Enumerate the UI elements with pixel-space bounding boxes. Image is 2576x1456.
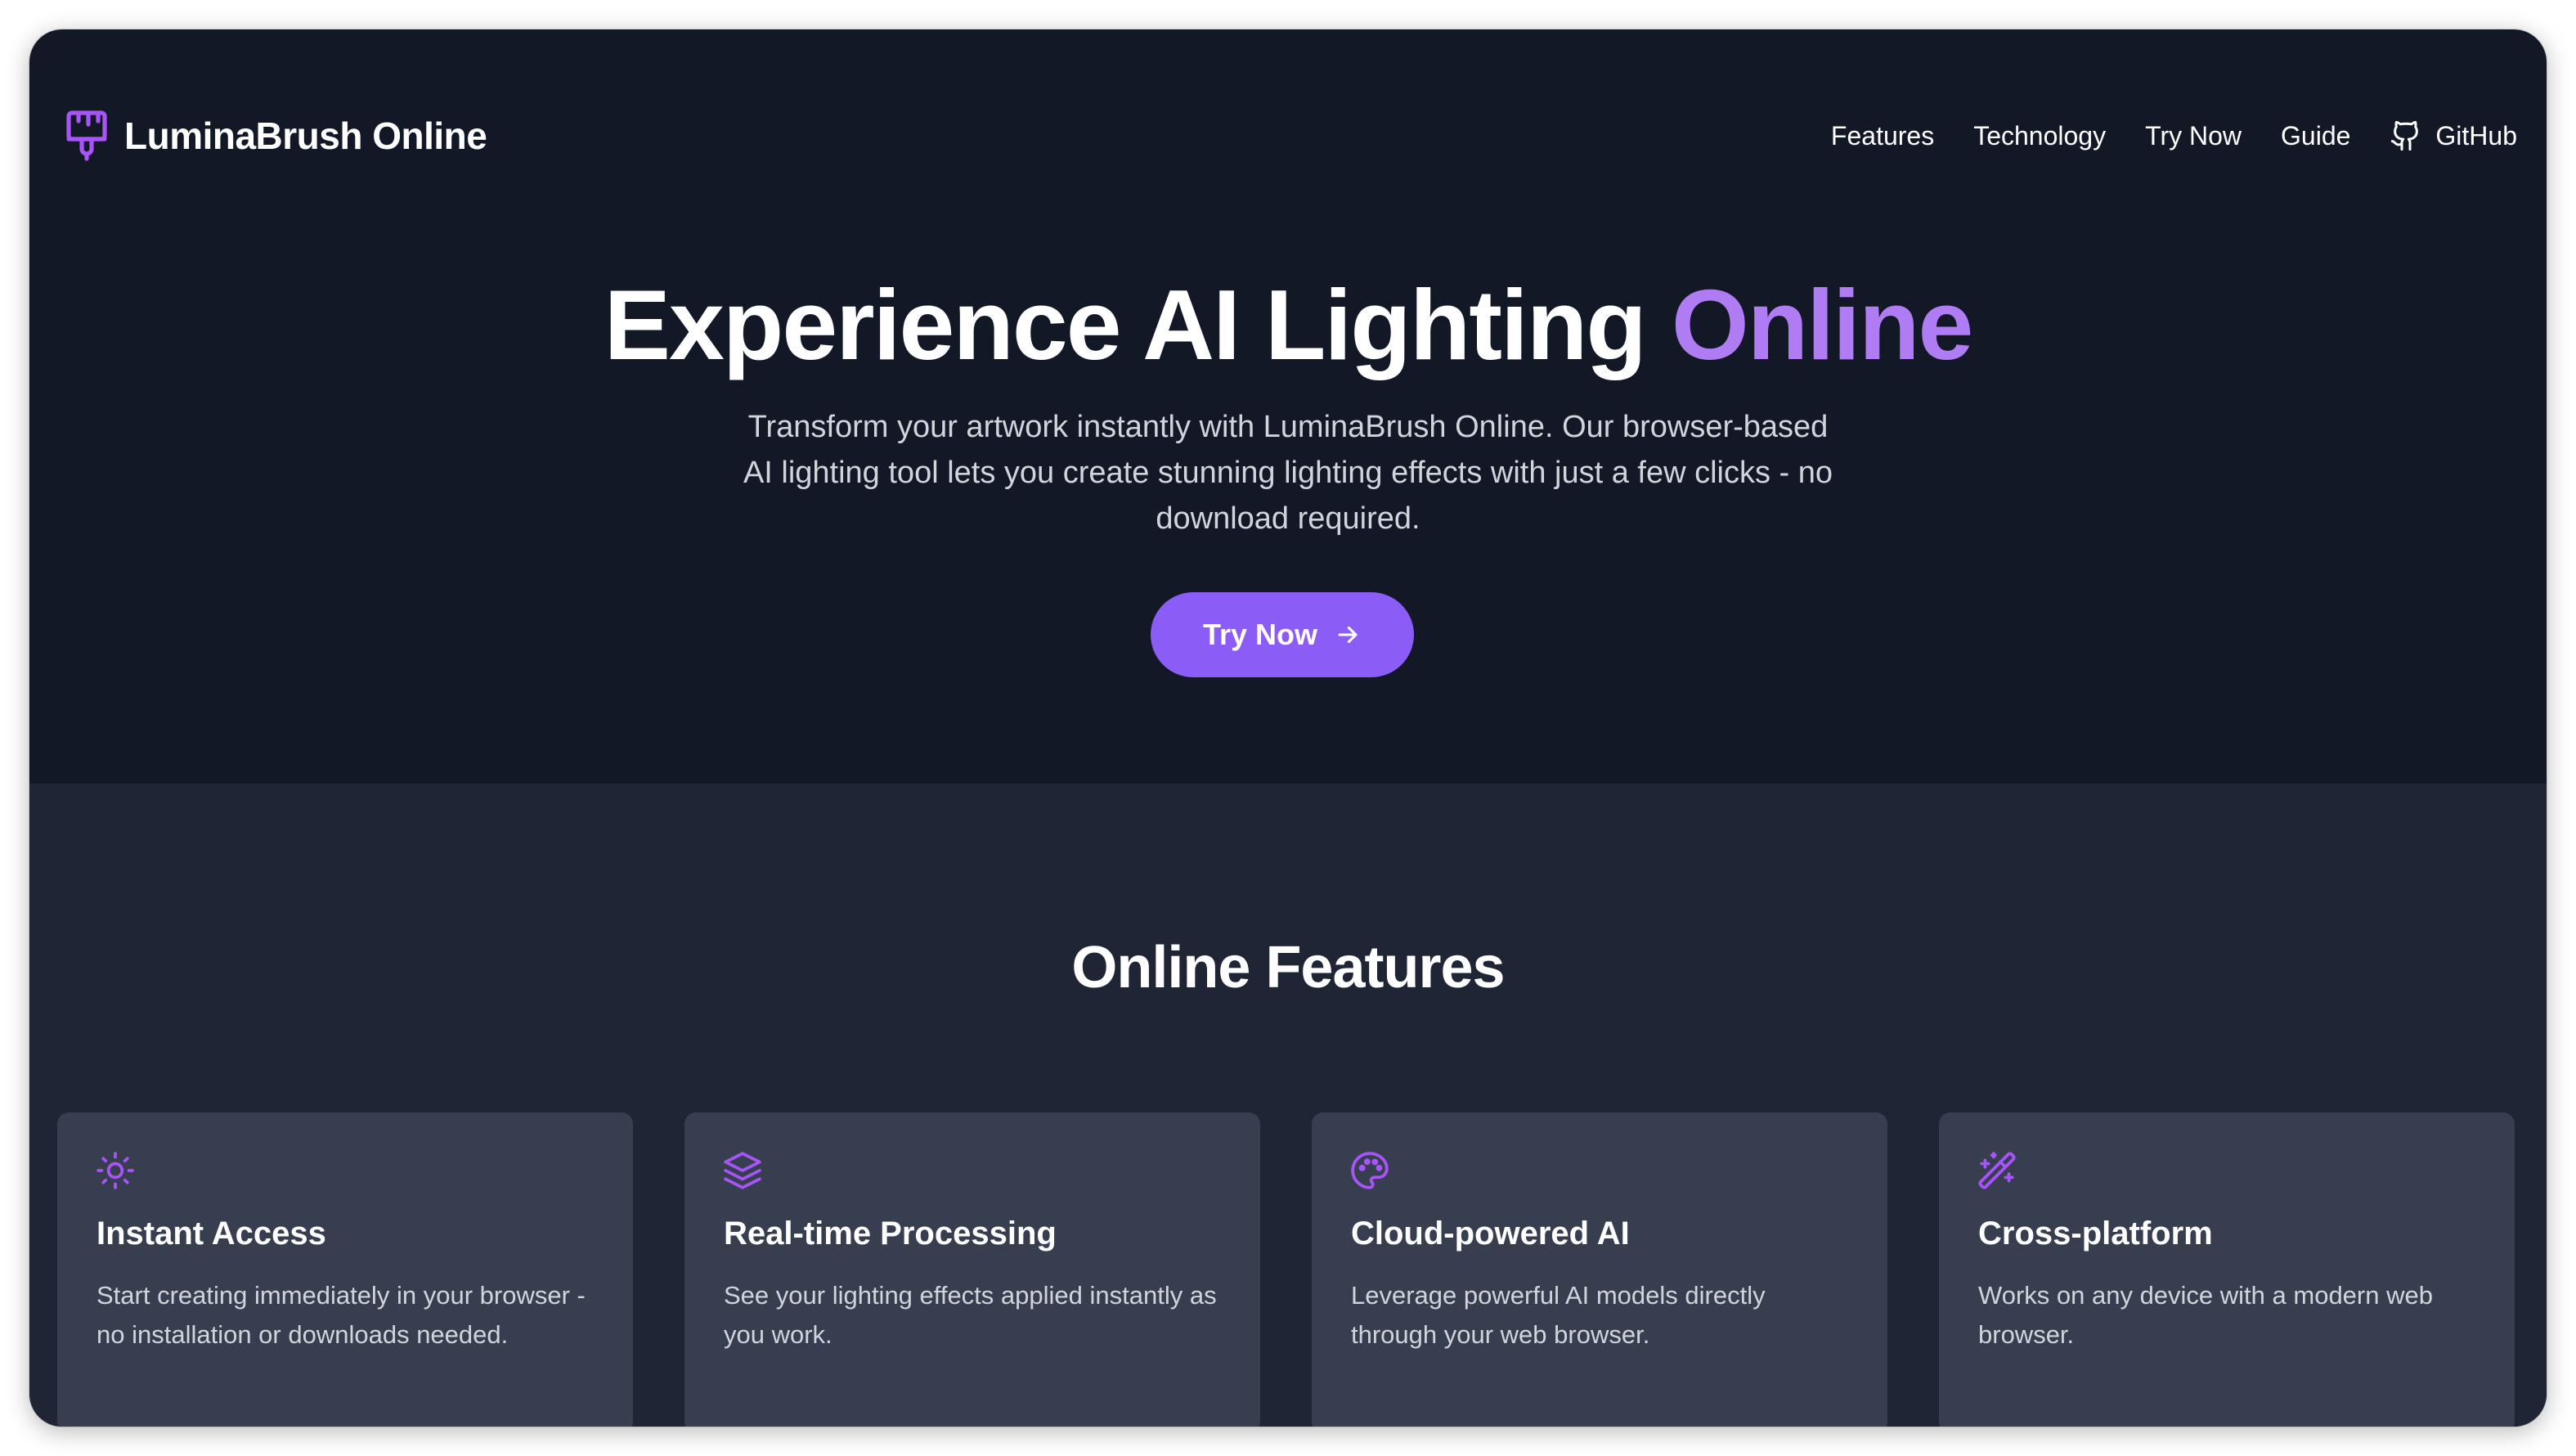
feature-card-description: Works on any device with a modern web br…: [1978, 1281, 2433, 1349]
palette-icon: [1351, 1152, 1389, 1189]
brand-name: LuminaBrush Online: [124, 115, 487, 157]
feature-card-real-time-processing: Real-time Processing See your lighting e…: [684, 1112, 1260, 1427]
feature-card-description: Leverage powerful AI models directly thr…: [1351, 1281, 1766, 1349]
feature-card-title: Cloud-powered AI: [1351, 1216, 1630, 1252]
feature-card-cloud-powered-ai: Cloud-powered AI Leverage powerful AI mo…: [1312, 1112, 1887, 1427]
feature-card-title: Instant Access: [96, 1216, 326, 1252]
features-title: Online Features: [1071, 935, 1505, 1000]
hero-subtitle: Transform your artwork instantly with Lu…: [743, 410, 1833, 536]
nav-link-guide[interactable]: Guide: [2281, 121, 2350, 151]
feature-card-description: See your lighting effects applied instan…: [724, 1281, 1217, 1349]
nav-links: Features Technology Try Now Guide GitHub: [1831, 110, 2517, 162]
nav-link-try-now[interactable]: Try Now: [2145, 121, 2242, 151]
feature-card-description: Start creating immediately in your brows…: [96, 1281, 586, 1349]
layers-icon: [724, 1152, 761, 1189]
hero-title-main: Experience AI Lighting: [604, 269, 1672, 380]
hero-title: Experience AI Lighting Online: [29, 265, 2547, 384]
feature-card-cross-platform: Cross-platform Works on any device with …: [1939, 1112, 2515, 1427]
github-icon: [2391, 120, 2419, 151]
sun-icon: [96, 1152, 134, 1189]
browser-window: Experience AI Lighting Online Transform …: [29, 29, 2547, 1427]
nav-link-technology[interactable]: Technology: [1973, 121, 2106, 151]
nav-link-github[interactable]: GitHub: [2390, 119, 2517, 152]
magic-wand-icon: [1978, 1152, 2016, 1189]
hero-title-accent: Online: [1671, 269, 1974, 380]
top-nav: LuminaBrush Online Features Technology T…: [29, 29, 2547, 242]
try-now-label: Try Now: [1202, 618, 1318, 651]
try-now-button[interactable]: Try Now: [1151, 592, 1414, 677]
feature-card-title: Cross-platform: [1978, 1216, 2213, 1252]
features-section: Online Features Instant Access Start cre…: [29, 784, 2547, 1427]
brand-logo[interactable]: LuminaBrush Online: [64, 110, 487, 162]
nav-link-features[interactable]: Features: [1831, 121, 1934, 151]
feature-card-title: Real-time Processing: [724, 1216, 1057, 1252]
feature-card-instant-access: Instant Access Start creating immediatel…: [57, 1112, 633, 1427]
github-label: GitHub: [2435, 120, 2517, 151]
paintbrush-icon: [66, 110, 107, 161]
arrow-right-icon: [1338, 626, 1358, 644]
